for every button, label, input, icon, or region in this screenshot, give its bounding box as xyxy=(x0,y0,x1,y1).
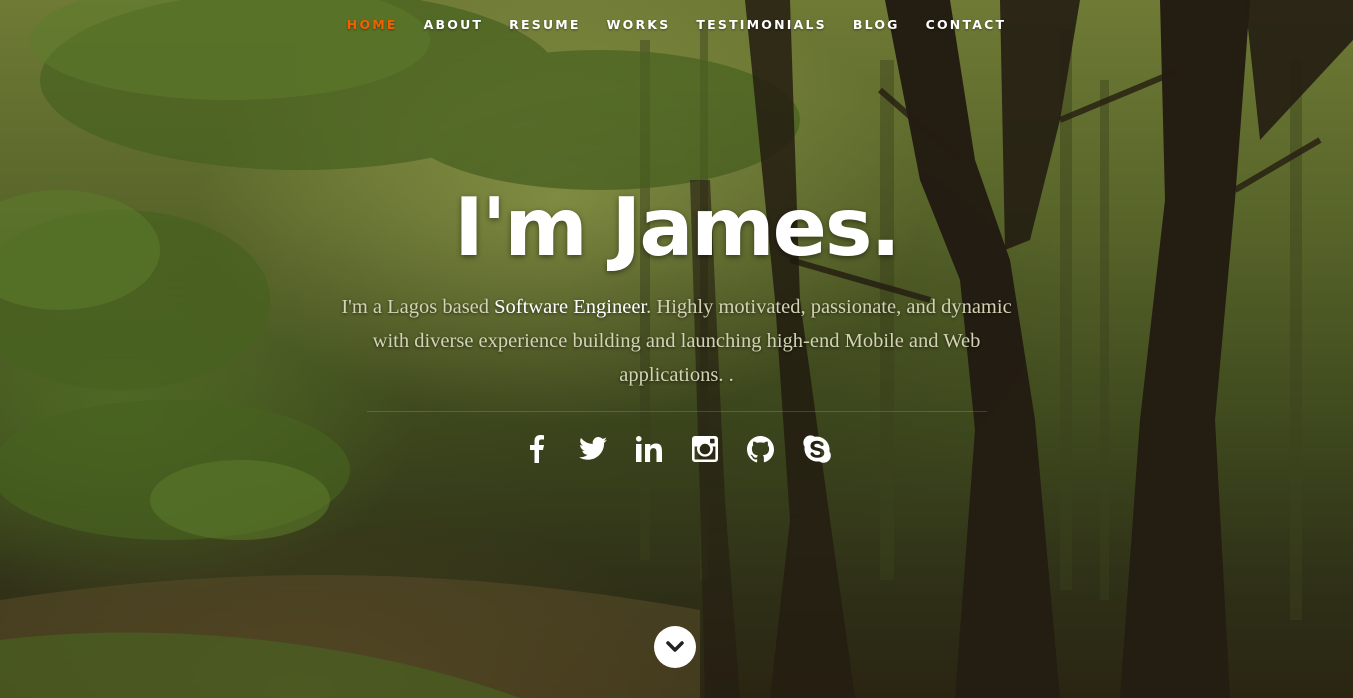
chevron-down-icon xyxy=(666,641,684,652)
intro-text: I'm a Lagos based Software Engineer. Hig… xyxy=(327,290,1027,392)
page-title: I'm James. xyxy=(454,181,901,274)
main-nav: HOME ABOUT RESUME WORKS TESTIMONIALS BLO… xyxy=(0,0,1353,48)
nav-item-works[interactable]: WORKS xyxy=(594,17,684,32)
intro-highlight: Software Engineer xyxy=(494,296,647,318)
linkedin-icon[interactable] xyxy=(632,432,666,466)
divider xyxy=(366,411,987,412)
instagram-icon[interactable] xyxy=(688,432,722,466)
nav-item-resume[interactable]: RESUME xyxy=(496,17,594,32)
skype-icon[interactable] xyxy=(800,432,834,466)
scroll-down-button[interactable] xyxy=(654,626,696,668)
twitter-icon[interactable] xyxy=(576,432,610,466)
social-links xyxy=(0,432,1353,466)
nav-item-blog[interactable]: BLOG xyxy=(840,17,913,32)
github-icon[interactable] xyxy=(744,432,778,466)
nav-list: HOME ABOUT RESUME WORKS TESTIMONIALS BLO… xyxy=(334,17,1019,32)
nav-item-about[interactable]: ABOUT xyxy=(411,17,497,32)
nav-item-testimonials[interactable]: TESTIMONIALS xyxy=(683,17,839,32)
nav-item-contact[interactable]: CONTACT xyxy=(913,17,1020,32)
nav-item-home[interactable]: HOME xyxy=(334,17,411,32)
banner: I'm James. I'm a Lagos based Software En… xyxy=(0,178,1353,466)
facebook-icon[interactable] xyxy=(520,432,554,466)
intro-before: I'm a Lagos based xyxy=(341,296,495,318)
